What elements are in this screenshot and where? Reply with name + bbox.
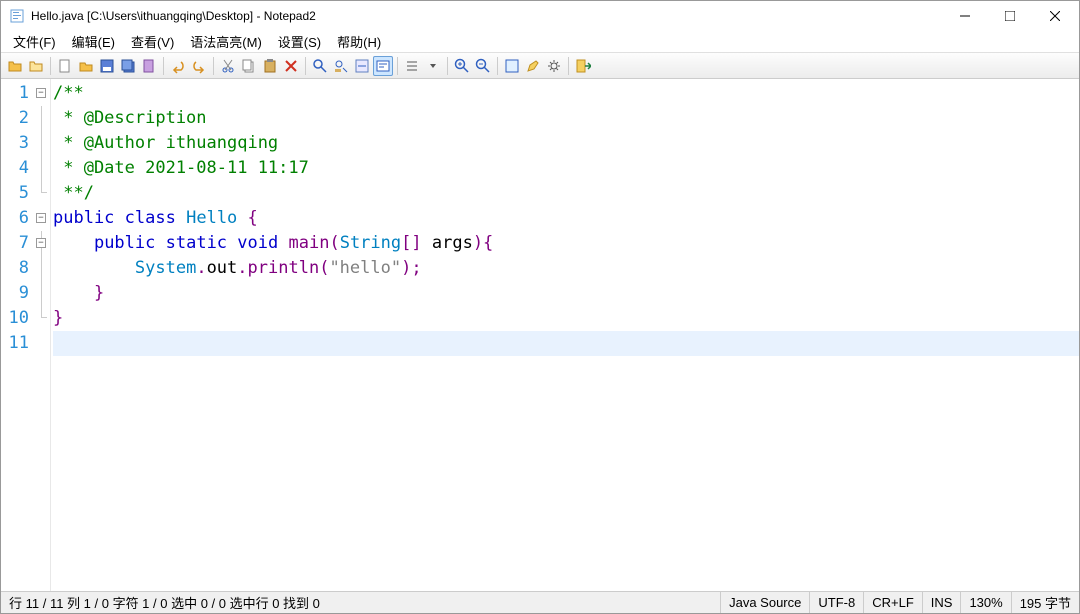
delete-icon[interactable] [281,56,301,76]
find-icon[interactable] [310,56,330,76]
folder-open-icon[interactable] [5,56,25,76]
minimize-button[interactable] [942,2,987,30]
status-position: 行 11 / 11 列 1 / 0 字符 1 / 0 选中 0 / 0 选中行 … [1,592,328,613]
wrap-icon[interactable] [373,56,393,76]
maximize-button[interactable] [987,2,1032,30]
statusbar: 行 11 / 11 列 1 / 0 字符 1 / 0 选中 0 / 0 选中行 … [1,591,1079,613]
fold-toggle-icon[interactable]: − [36,213,46,223]
window-title: Hello.java [C:\Users\ithuangqing\Desktop… [31,9,942,23]
list-icon[interactable] [402,56,422,76]
line-number-gutter: 1234567891011 [1,79,33,591]
save-all-icon[interactable] [118,56,138,76]
folder-icon[interactable] [26,56,46,76]
status-zoom[interactable]: 130% [961,592,1011,613]
cut-icon[interactable] [218,56,238,76]
toolbar [1,53,1079,79]
replace-icon[interactable] [331,56,351,76]
fold-toggle-icon[interactable]: − [36,88,46,98]
exit-icon[interactable] [573,56,593,76]
settings-icon[interactable] [544,56,564,76]
status-language[interactable]: Java Source [720,592,810,613]
goto-icon[interactable] [352,56,372,76]
menu-settings[interactable]: 设置(S) [270,30,329,53]
undo-icon[interactable] [168,56,188,76]
close-button[interactable] [1032,2,1077,30]
status-insert-mode[interactable]: INS [923,592,962,613]
copy-icon[interactable] [239,56,259,76]
scheme-icon[interactable] [502,56,522,76]
menu-edit[interactable]: 编辑(E) [64,30,123,53]
menubar: 文件(F) 编辑(E) 查看(V) 语法高亮(M) 设置(S) 帮助(H) [1,31,1079,53]
code-area[interactable]: /** * @Description * @Author ithuangqing… [51,79,1079,591]
redo-icon[interactable] [189,56,209,76]
menu-view[interactable]: 查看(V) [123,30,182,53]
menu-file[interactable]: 文件(F) [5,30,64,53]
status-encoding[interactable]: UTF-8 [810,592,864,613]
fold-gutter: − − − [33,79,51,591]
fold-toggle-icon[interactable]: − [36,238,46,248]
new-file-icon[interactable] [55,56,75,76]
zoom-out-icon[interactable] [473,56,493,76]
revert-icon[interactable] [139,56,159,76]
zoom-in-icon[interactable] [452,56,472,76]
menu-help[interactable]: 帮助(H) [329,30,389,53]
app-icon [9,8,25,24]
status-eol[interactable]: CR+LF [864,592,923,613]
save-icon[interactable] [97,56,117,76]
highlight-icon[interactable] [523,56,543,76]
dropdown-icon[interactable] [423,56,443,76]
status-filesize: 195 字节 [1012,592,1079,613]
menu-syntax[interactable]: 语法高亮(M) [182,30,270,53]
paste-icon[interactable] [260,56,280,76]
open-file-icon[interactable] [76,56,96,76]
titlebar: Hello.java [C:\Users\ithuangqing\Desktop… [1,1,1079,31]
editor[interactable]: 1234567891011 − − − /** * @Description *… [1,79,1079,591]
